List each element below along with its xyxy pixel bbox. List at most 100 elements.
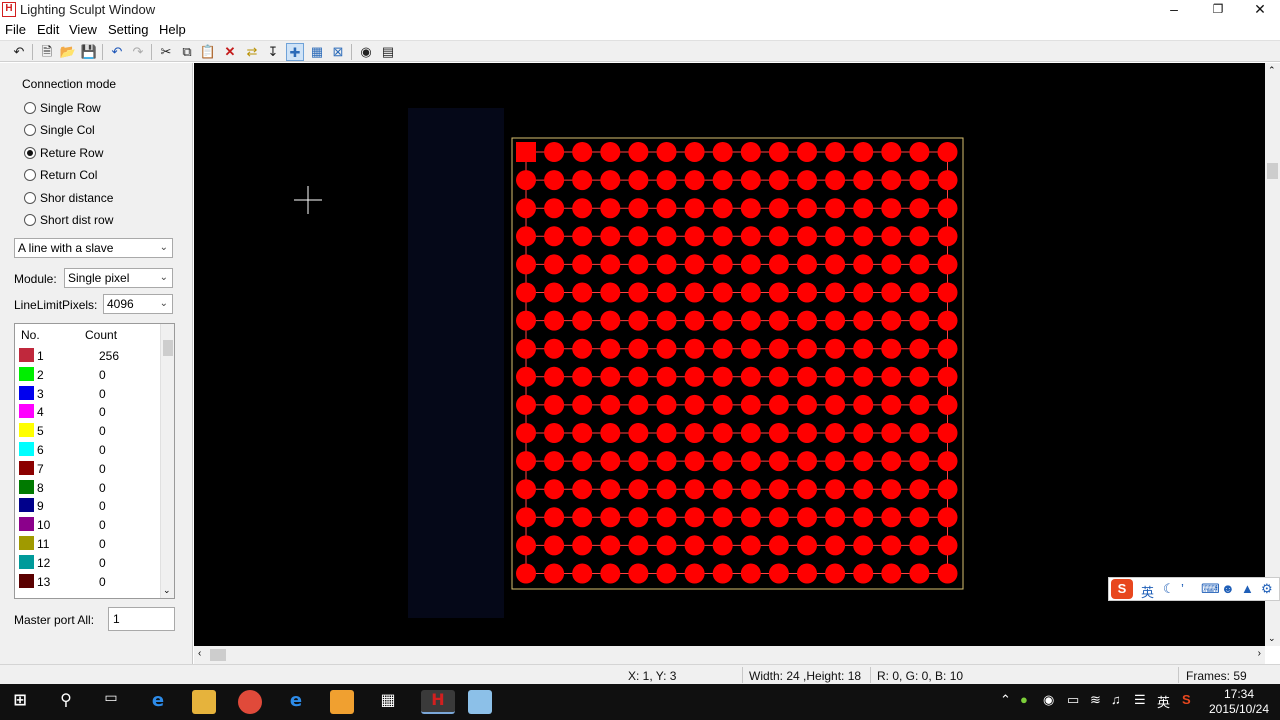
led-pixel[interactable]: [516, 507, 536, 528]
internet-explorer-icon[interactable]: e: [284, 690, 308, 714]
crosshair-tool-icon[interactable]: ✚: [286, 43, 304, 61]
led-pixel[interactable]: [768, 226, 789, 247]
led-pixel[interactable]: [768, 563, 789, 584]
led-pixel[interactable]: [684, 198, 705, 219]
led-pixel[interactable]: [684, 507, 705, 528]
led-pixel[interactable]: [544, 282, 565, 303]
led-pixel[interactable]: [853, 338, 874, 359]
led-pixel[interactable]: [544, 479, 565, 500]
radio-button-selected[interactable]: [24, 147, 36, 159]
led-pixel[interactable]: [712, 563, 733, 584]
chevron-down-icon[interactable]: ⌄: [1268, 633, 1276, 644]
led-pixel[interactable]: [684, 142, 705, 162]
led-pixel[interactable]: [628, 451, 649, 472]
file-explorer-icon[interactable]: [192, 690, 216, 714]
led-pixel[interactable]: [797, 282, 817, 303]
led-pixel[interactable]: [628, 338, 649, 359]
led-pixel[interactable]: [712, 366, 733, 387]
export-image-icon[interactable]: ▤: [379, 43, 397, 61]
led-pixel[interactable]: [740, 198, 761, 219]
led-pixel[interactable]: [853, 282, 874, 303]
radio-return-col[interactable]: Return Col: [24, 168, 97, 182]
led-pixel[interactable]: [572, 338, 593, 359]
led-pixel[interactable]: [684, 310, 705, 331]
led-pixel[interactable]: [937, 142, 958, 162]
led-pixel[interactable]: [656, 198, 677, 219]
led-pixel[interactable]: [516, 563, 536, 584]
led-pixel[interactable]: [937, 338, 958, 359]
led-pixel[interactable]: [797, 170, 817, 191]
chevron-up-icon[interactable]: ⌃: [1000, 692, 1011, 708]
led-pixel[interactable]: [656, 170, 677, 191]
led-pixel[interactable]: [600, 563, 621, 584]
led-pixel[interactable]: [628, 226, 649, 247]
search-icon[interactable]: ⚲: [54, 690, 78, 714]
led-pixel[interactable]: [797, 310, 817, 331]
radio-single-col[interactable]: Single Col: [24, 123, 95, 137]
led-pixel[interactable]: [881, 198, 902, 219]
led-pixel[interactable]: [572, 170, 593, 191]
menu-file[interactable]: File: [5, 22, 26, 37]
slave-mode-select[interactable]: A line with a slave ⌄: [14, 238, 173, 258]
led-pixel[interactable]: [740, 535, 761, 556]
led-pixel[interactable]: [768, 142, 789, 162]
radio-button[interactable]: [24, 214, 36, 226]
led-pixel[interactable]: [656, 479, 677, 500]
led-pixel[interactable]: [909, 226, 930, 247]
led-pixel[interactable]: [881, 535, 902, 556]
led-pixel[interactable]: [881, 451, 902, 472]
led-pixel[interactable]: [909, 282, 930, 303]
led-pixel[interactable]: [797, 366, 817, 387]
led-pixel[interactable]: [797, 338, 817, 359]
led-pixel[interactable]: [684, 366, 705, 387]
list-item[interactable]: 90: [19, 496, 159, 515]
led-pixel[interactable]: [712, 254, 733, 275]
tray-language[interactable]: 英: [1157, 692, 1170, 711]
master-port-input[interactable]: 1: [108, 607, 175, 631]
new-file-icon[interactable]: 🗎: [38, 43, 56, 61]
led-pixel[interactable]: [544, 507, 565, 528]
led-pixel[interactable]: [937, 507, 958, 528]
led-pixel[interactable]: [572, 198, 593, 219]
task-view-icon[interactable]: ▭: [99, 690, 123, 714]
led-pixel[interactable]: [600, 254, 621, 275]
led-pixel[interactable]: [600, 282, 621, 303]
led-pixel[interactable]: [909, 423, 930, 443]
led-pixel[interactable]: [712, 479, 733, 500]
led-pixel[interactable]: [909, 563, 930, 584]
led-pixel[interactable]: [740, 366, 761, 387]
edge-browser-icon[interactable]: e: [146, 690, 170, 714]
list-item[interactable]: 30: [19, 384, 159, 403]
line-limit-select[interactable]: 4096 ⌄: [103, 294, 173, 314]
close-icon[interactable]: ✕: [1238, 0, 1280, 20]
chevron-right-icon[interactable]: ›: [1258, 648, 1261, 659]
led-pixel[interactable]: [853, 310, 874, 331]
led-pixel[interactable]: [937, 394, 958, 415]
led-pixel[interactable]: [656, 142, 677, 162]
led-pixel[interactable]: [628, 394, 649, 415]
notification-icon[interactable]: ☰: [1134, 692, 1146, 708]
led-pixel[interactable]: [600, 479, 621, 500]
led-pixel[interactable]: [684, 226, 705, 247]
led-pixel[interactable]: [909, 170, 930, 191]
binoculars-icon[interactable]: ◉: [357, 43, 375, 61]
chrome-icon[interactable]: [238, 690, 262, 714]
led-pixel[interactable]: [600, 394, 621, 415]
delete-icon[interactable]: ✕: [221, 43, 239, 61]
menu-help[interactable]: Help: [159, 22, 186, 37]
minimize-icon[interactable]: –: [1152, 0, 1196, 20]
led-pixel[interactable]: [740, 507, 761, 528]
led-pixel[interactable]: [853, 563, 874, 584]
battery-icon[interactable]: ▭: [1067, 692, 1079, 708]
led-pixel[interactable]: [544, 226, 565, 247]
app-icon[interactable]: [468, 690, 492, 714]
led-pixel[interactable]: [740, 451, 761, 472]
list-item[interactable]: 80: [19, 478, 159, 497]
led-pixel[interactable]: [516, 338, 536, 359]
led-pixel[interactable]: [881, 394, 902, 415]
swap-icon[interactable]: ⇄: [243, 43, 261, 61]
led-pixel[interactable]: [516, 310, 536, 331]
tray-app-icon[interactable]: ●: [1020, 692, 1028, 707]
led-pixel[interactable]: [825, 254, 846, 275]
led-pixel[interactable]: [712, 142, 733, 162]
